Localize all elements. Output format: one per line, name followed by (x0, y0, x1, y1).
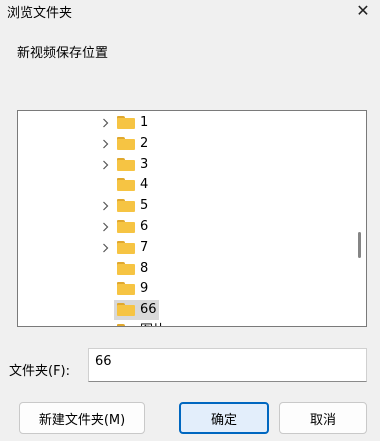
tree-item[interactable]: 4 (18, 175, 348, 195)
tree-item-label: 1 (140, 115, 149, 130)
tree-item-label: 9 (140, 281, 149, 297)
folder-icon (117, 240, 135, 254)
tree-item-label: 4 (140, 177, 149, 193)
close-button[interactable]: ✕ (352, 0, 374, 20)
folder-icon (117, 157, 135, 171)
tree-item-label: 8 (140, 260, 149, 276)
tree-item[interactable]: 9 (18, 279, 348, 299)
chevron-right-icon[interactable] (100, 240, 110, 256)
close-icon: ✕ (356, 0, 370, 20)
tree-item-label: 图片 (140, 323, 166, 326)
new-folder-button[interactable]: 新建文件夹(M) (19, 402, 145, 434)
folder-icon (117, 178, 135, 192)
chevron-right-icon[interactable] (100, 198, 110, 214)
cancel-button[interactable]: 取消 (279, 402, 367, 434)
tree-item-label: 66 (140, 302, 157, 318)
scrollbar-thumb[interactable] (358, 232, 361, 258)
folder-field-label: 文件夹(F): (9, 364, 71, 379)
tree-item-label: 7 (140, 239, 149, 255)
tree-item[interactable]: 5 (18, 196, 348, 216)
folder-icon (117, 220, 135, 233)
folder-tree[interactable]: 1 2 3 4 5 6 7 8 9 66 图片 (17, 110, 367, 327)
tree-item-label: 6 (140, 219, 149, 234)
window-title: 浏览文件夹 (7, 6, 73, 21)
folder-icon (117, 261, 135, 275)
chevron-right-icon[interactable] (100, 219, 110, 235)
folder-icon (117, 303, 135, 317)
folder-icon (117, 324, 135, 326)
tree-item[interactable]: 8 (18, 259, 348, 279)
chevron-right-icon[interactable] (100, 115, 110, 131)
folder-icon (117, 116, 135, 129)
dialog-description: 新视频保存位置 (17, 46, 109, 61)
ok-button[interactable]: 确定 (179, 402, 269, 434)
tree-item[interactable]: 图片 (18, 321, 348, 326)
tree-item[interactable]: 6 (18, 217, 348, 237)
tree-item-label: 5 (140, 198, 149, 214)
tree-item[interactable]: 3 (18, 155, 348, 175)
tree-item-label: 2 (140, 135, 149, 151)
tree-item[interactable]: 7 (18, 238, 348, 258)
chevron-right-icon[interactable] (100, 136, 110, 152)
tree-item[interactable]: 2 (18, 134, 348, 154)
chevron-right-icon[interactable] (100, 157, 110, 173)
tree-item[interactable]: 1 (18, 113, 348, 133)
folder-icon (117, 136, 135, 150)
tree-item[interactable]: 66 (18, 300, 348, 321)
folder-name-input[interactable] (88, 348, 367, 382)
title-bar: 浏览文件夹 ✕ (0, 0, 380, 22)
tree-item-label: 3 (140, 156, 149, 172)
folder-icon (117, 199, 135, 213)
folder-icon (117, 282, 135, 296)
